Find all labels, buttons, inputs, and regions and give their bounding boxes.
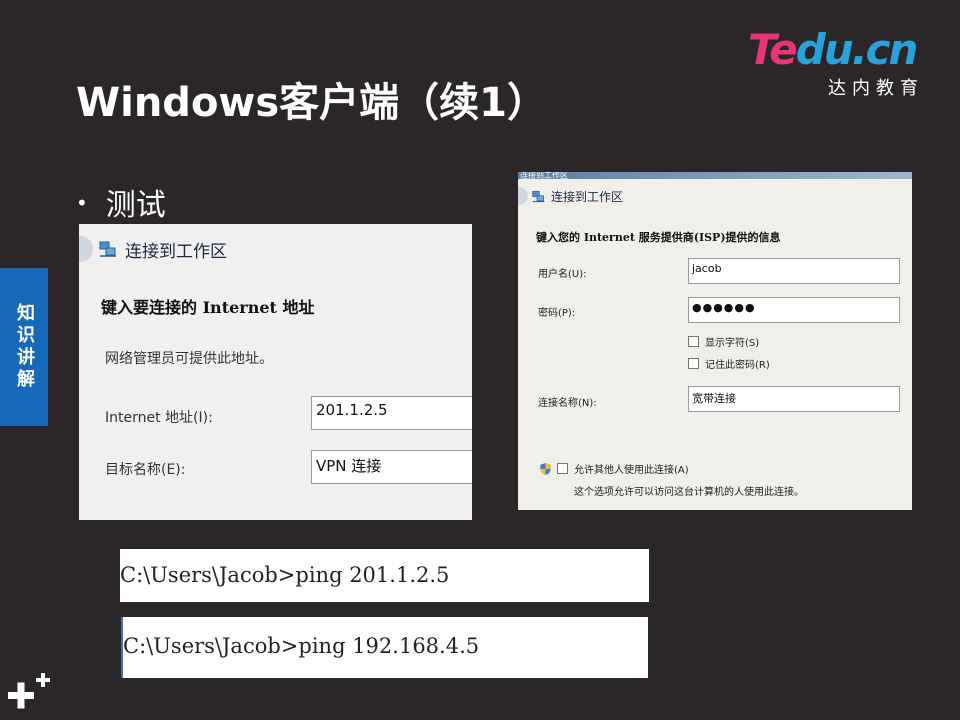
connect-workplace-dialog-credentials: 连接到工作区 连接到工作区 键入您的 Internet 服务提供商(ISP)提供… bbox=[518, 172, 912, 510]
allow-others-checkbox[interactable]: 允许其他人使用此连接(A) bbox=[540, 461, 689, 476]
password-label: 密码(P): bbox=[538, 308, 576, 319]
allow-others-label: 允许其他人使用此连接(A) bbox=[574, 465, 689, 476]
destination-name-input[interactable]: VPN 连接 bbox=[311, 450, 472, 484]
side-tab-label: 知识讲解 bbox=[14, 303, 35, 391]
network-icon bbox=[99, 241, 116, 257]
logo-subtitle: 达内教育 bbox=[828, 78, 924, 99]
network-icon bbox=[532, 190, 545, 202]
show-chars-label: 显示字符(S) bbox=[705, 338, 760, 349]
bullet-text: 测试 bbox=[105, 188, 166, 223]
command-text: C:\Users\Jacob>ping 192.168.4.5 bbox=[123, 634, 480, 658]
dialog-header-title: 连接到工作区 bbox=[551, 189, 624, 204]
logo-wordmark-b: du.cn bbox=[795, 25, 919, 74]
uac-shield-icon bbox=[540, 462, 551, 475]
logo-wordmark-a: Te bbox=[748, 25, 798, 74]
connection-name-input[interactable]: 宽带连接 bbox=[688, 386, 900, 412]
dialog-description: 网络管理员可提供此地址。 bbox=[105, 351, 273, 367]
show-chars-checkbox[interactable]: 显示字符(S) bbox=[688, 334, 759, 349]
logo-wordmark: Tedu.cn bbox=[748, 25, 919, 74]
back-arrow-icon[interactable] bbox=[518, 187, 528, 205]
dialog-header-title: 连接到工作区 bbox=[125, 241, 227, 262]
back-arrow-icon[interactable] bbox=[79, 236, 93, 262]
checkbox-icon bbox=[688, 336, 699, 347]
connection-name-label: 连接名称(N): bbox=[538, 398, 597, 409]
internet-address-label: Internet 地址(I): bbox=[105, 410, 213, 426]
plus-decoration-icon bbox=[8, 673, 50, 709]
checkbox-icon bbox=[688, 358, 699, 369]
remember-password-checkbox[interactable]: 记住此密码(R) bbox=[688, 356, 770, 371]
username-input[interactable]: jacob bbox=[688, 258, 900, 284]
window-title-strip: 连接到工作区 bbox=[518, 172, 912, 179]
side-tab: 知识讲解 bbox=[0, 268, 48, 426]
dialog-heading: 键入您的 Internet 服务提供商(ISP)提供的信息 bbox=[536, 231, 781, 244]
allow-others-note: 这个选项允许可以访问这台计算机的人使用此连接。 bbox=[574, 487, 804, 498]
bullet-item: • 测试 bbox=[76, 180, 166, 224]
command-line-1: C:\Users\Jacob>ping 201.1.2.5 bbox=[120, 549, 649, 602]
password-input[interactable]: ●●●●●● bbox=[688, 297, 900, 323]
command-line-2: C:\Users\Jacob>ping 192.168.4.5 bbox=[121, 617, 648, 678]
remember-password-label: 记住此密码(R) bbox=[705, 360, 770, 371]
dialog-header: 连接到工作区 bbox=[518, 179, 912, 213]
username-label: 用户名(U): bbox=[538, 269, 587, 280]
checkbox-icon bbox=[557, 463, 568, 474]
slide-title: Windows客户端（续1） bbox=[76, 80, 548, 126]
bullet-dot-icon: • bbox=[76, 190, 88, 215]
internet-address-input[interactable]: 201.1.2.5 bbox=[311, 396, 472, 430]
destination-name-label: 目标名称(E): bbox=[105, 462, 186, 478]
dialog-heading: 键入要连接的 Internet 地址 bbox=[101, 298, 315, 317]
connect-workplace-dialog-address: 连接到工作区 键入要连接的 Internet 地址 网络管理员可提供此地址。 I… bbox=[79, 224, 472, 520]
command-text: C:\Users\Jacob>ping 201.1.2.5 bbox=[120, 563, 450, 587]
dialog-header: 连接到工作区 bbox=[79, 224, 472, 274]
tedu-logo: Tedu.cn 达内教育 bbox=[748, 25, 928, 100]
